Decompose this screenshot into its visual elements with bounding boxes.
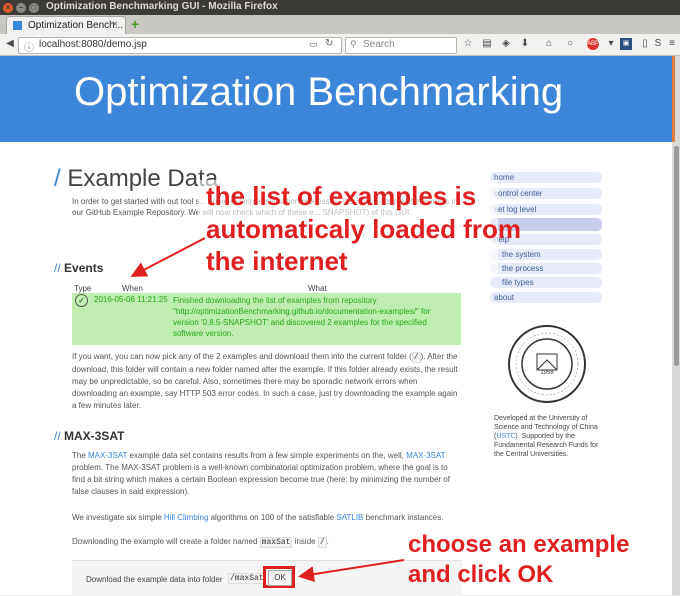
arrow-to-events (130, 237, 206, 277)
arrow-to-ok (298, 559, 405, 583)
annotation-arrows (130, 237, 405, 583)
